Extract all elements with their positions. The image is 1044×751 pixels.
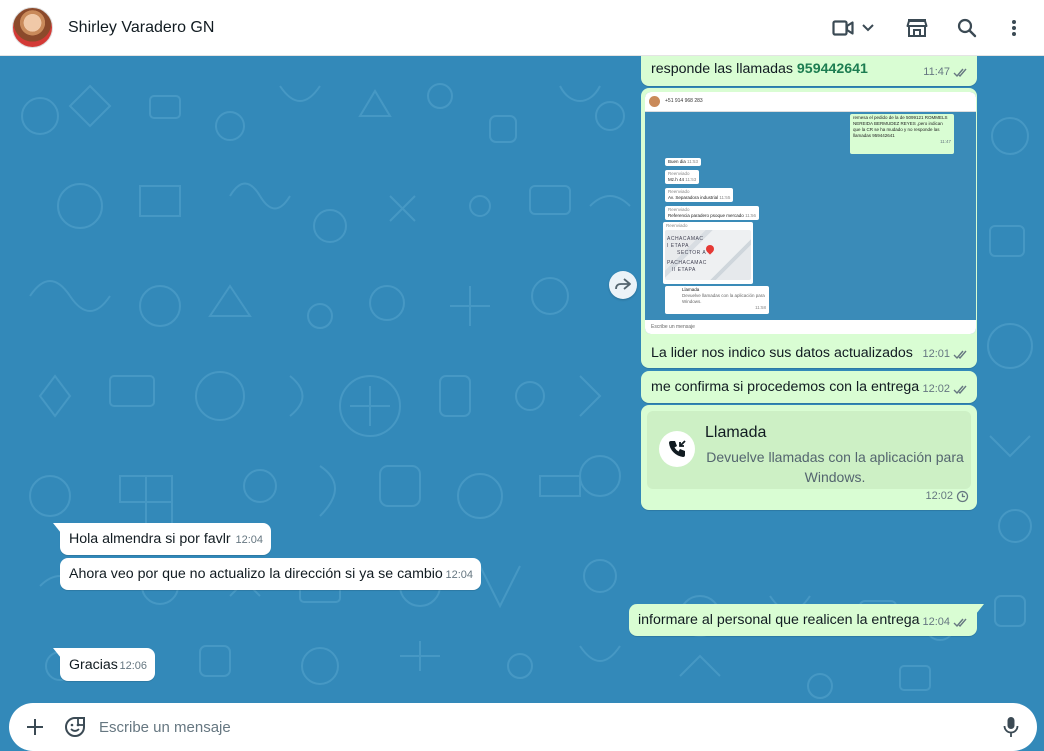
double-check-icon (953, 385, 967, 395)
message-bubble-incoming[interactable]: Hola almendra si por favlr 12:04 (53, 523, 271, 555)
message-bubble-incoming[interactable]: Gracias 12:06 (53, 648, 155, 681)
message-meta: 12:04 (235, 531, 263, 550)
message-text: responde las llamadas 959442641 (651, 61, 868, 77)
message-meta: 12:06 (119, 657, 147, 676)
message-meta: 12:02 (922, 380, 969, 399)
message-text: Hola almendra si por favlr (69, 531, 231, 547)
message-text: me confirma si procedemos con la entrega (651, 379, 920, 395)
call-subtitle: Devuelve llamadas con la aplicación para… (706, 449, 964, 485)
chat-header: Shirley Varadero GN (0, 0, 1044, 56)
message-time: 12:02 (925, 490, 953, 502)
double-check-icon (953, 350, 967, 360)
call-title: Llamada (705, 424, 767, 441)
sticker-icon[interactable] (59, 711, 91, 743)
message-meta: 12:04 (445, 566, 473, 585)
microphone-icon[interactable] (995, 711, 1027, 743)
message-meta: 12:01 (922, 345, 969, 364)
message-text: informare al personal que realicen la en… (638, 612, 920, 628)
message-bubble-image[interactable]: +51 914 968 283 remesa el pedido de la d… (641, 88, 977, 368)
double-check-icon (953, 68, 967, 78)
message-bubble-outgoing[interactable]: responde las llamadas 959442641 11:47 (641, 56, 977, 86)
phone-link[interactable]: 959442641 (797, 61, 868, 77)
message-time: 12:02 (922, 383, 950, 395)
message-text: Ahora veo por que no actualizo la direcc… (69, 566, 443, 582)
message-time: 12:04 (922, 616, 950, 628)
call-card[interactable]: Llamada Devuelve llamadas con la aplicac… (647, 411, 971, 489)
message-meta: 12:04 (922, 613, 969, 632)
double-check-icon (953, 618, 967, 628)
contact-name[interactable]: Shirley Varadero GN (68, 19, 214, 37)
message-meta: 12:02 (925, 487, 969, 506)
message-bubble-incoming[interactable]: Ahora veo por que no actualizo la direcc… (60, 558, 481, 590)
contact-avatar[interactable] (12, 7, 53, 48)
message-bubble-outgoing[interactable]: informare al personal que realicen la en… (629, 604, 984, 636)
chevron-down-icon[interactable] (858, 8, 878, 48)
composer-bar (0, 701, 1044, 751)
composer (9, 703, 1037, 751)
phone-callback-icon (659, 431, 695, 467)
video-call-icon[interactable] (830, 8, 856, 48)
message-time: 12:04 (445, 569, 473, 581)
message-time: 12:04 (235, 534, 263, 546)
chat-panel[interactable]: responde las llamadas 959442641 11:47 +5… (0, 56, 1044, 701)
message-text: Gracias (69, 657, 118, 673)
plus-icon[interactable] (19, 711, 51, 743)
message-time: 12:01 (922, 348, 950, 360)
image-caption: La lider nos indico sus datos actualizad… (651, 345, 913, 361)
catalog-store-icon[interactable] (904, 8, 930, 48)
search-icon[interactable] (954, 8, 980, 48)
message-bubble-outgoing[interactable]: me confirma si procedemos con la entrega… (641, 371, 977, 403)
header-actions (830, 0, 1044, 55)
message-image[interactable]: +51 914 968 283 remesa el pedido de la d… (645, 92, 976, 334)
message-meta: 11:47 (923, 63, 969, 82)
pending-clock-icon (956, 490, 969, 503)
message-input[interactable] (99, 709, 995, 745)
more-options-icon[interactable] (1004, 8, 1024, 48)
message-time: 12:06 (119, 660, 147, 672)
message-time: 11:47 (923, 66, 950, 78)
forward-icon[interactable] (609, 271, 637, 299)
message-bubble-call[interactable]: Llamada Devuelve llamadas con la aplicac… (641, 405, 977, 510)
